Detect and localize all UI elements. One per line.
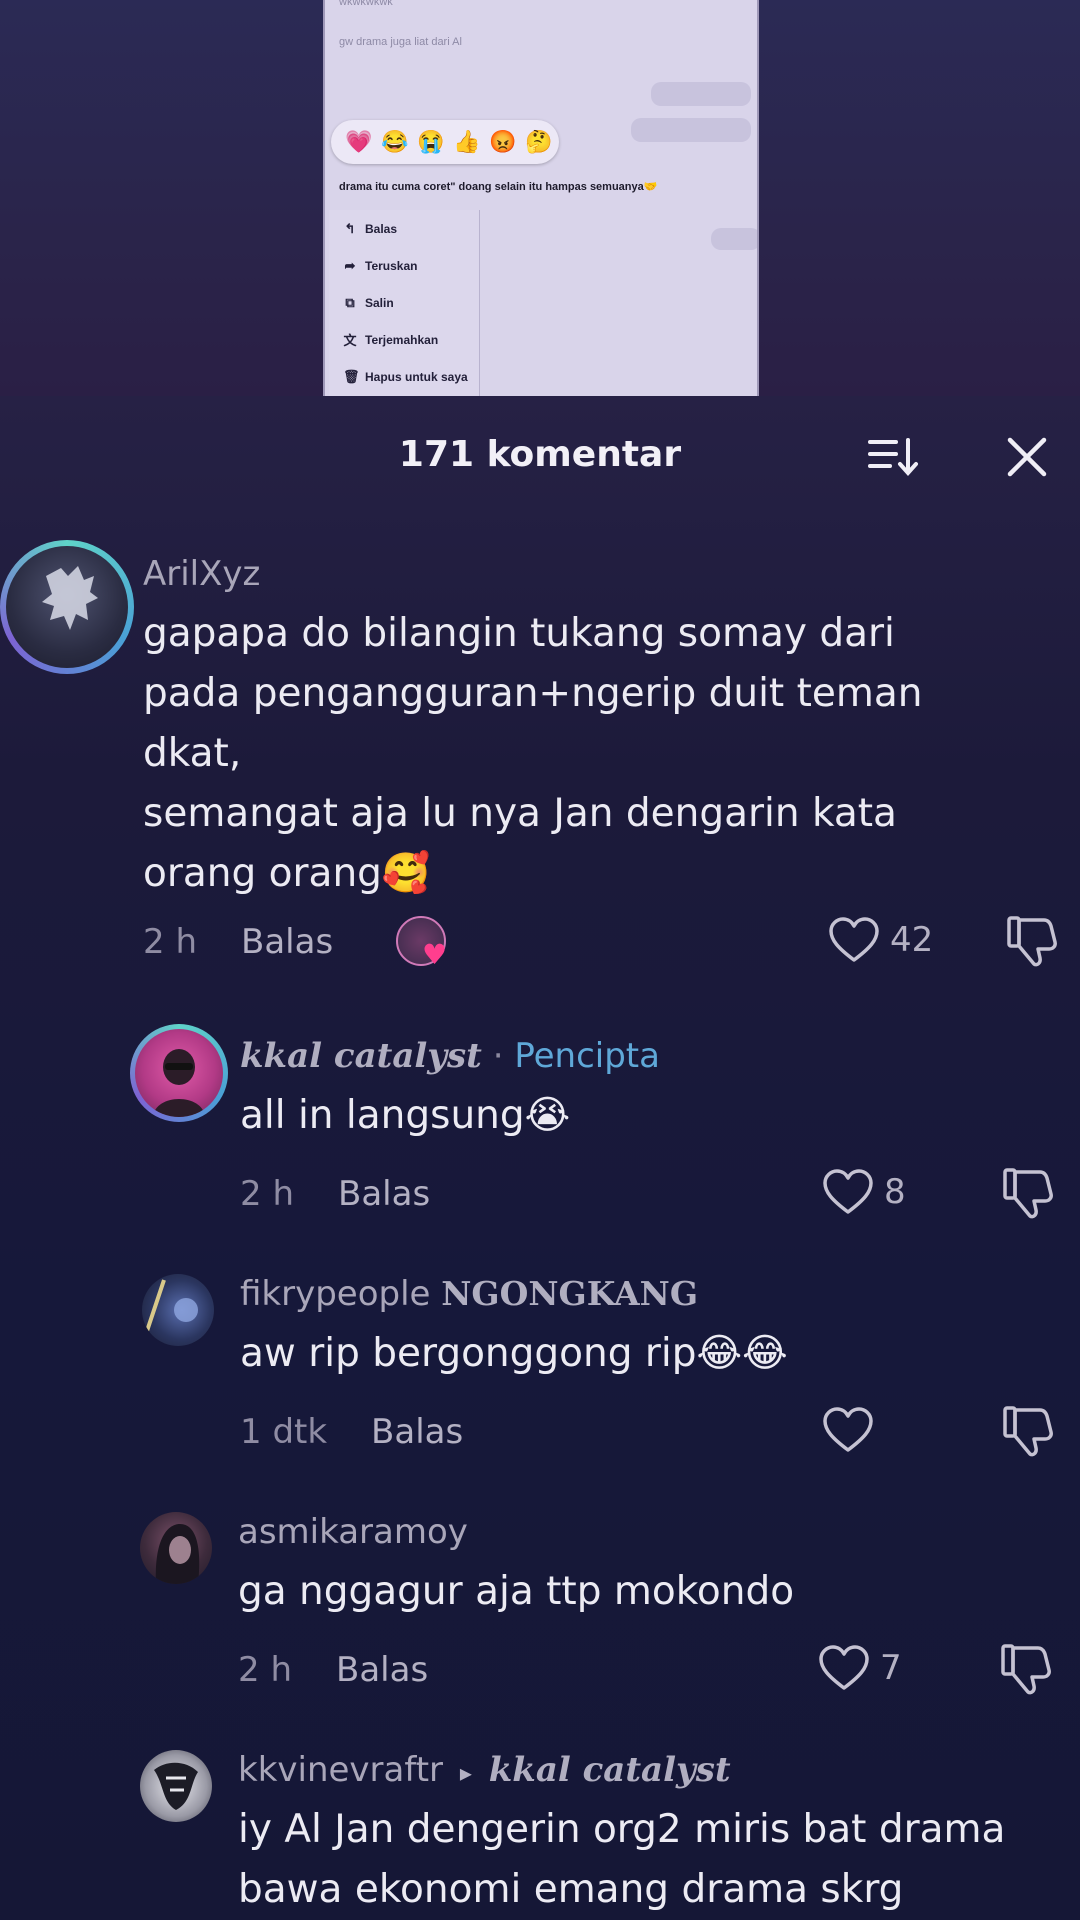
like-button[interactable]: 8 (822, 1168, 906, 1216)
close-icon (1007, 437, 1047, 477)
comment-username[interactable]: ArilXyz (143, 554, 260, 594)
reply-button[interactable]: Balas (338, 1174, 430, 1214)
sort-icon (868, 438, 918, 477)
reaction-thumbs: 👍 (453, 129, 481, 154)
menu-item-delete: 🗑 Hapus untuk saya (343, 368, 468, 384)
context-menu: ↰ Balas ➦ Teruskan ⧉ Salin 文 Terjemahkan 🗑 Ha… (329, 210, 480, 396)
avatar[interactable] (140, 1512, 212, 1584)
like-button[interactable]: 42 (828, 916, 933, 964)
comment-time: 2 h (240, 1174, 294, 1214)
like-button[interactable]: 7 (818, 1644, 902, 1692)
creator-liked-badge: ♥ (396, 916, 450, 971)
comment-time: 2 h (143, 922, 197, 962)
comment-username-line: kkal catalyst · Pencipta (240, 1036, 660, 1076)
reply-button[interactable]: Balas (371, 1412, 463, 1452)
comment-item: kkvinevraftr ▸ kkal catalyst iy Al Jan d… (0, 1750, 1080, 1920)
translate-icon: 文 (343, 333, 357, 348)
avatar[interactable] (140, 1750, 212, 1822)
comment-meta: 2 h Balas (143, 922, 333, 962)
comment-username-line: kkvinevraftr ▸ kkal catalyst (238, 1750, 731, 1790)
comment-time: 2 h (238, 1650, 292, 1690)
user-badge: NGONGKANG (441, 1274, 698, 1313)
faint-line: gw drama juga liat dari Al (339, 36, 462, 48)
sort-button[interactable] (866, 432, 922, 482)
like-count: 42 (890, 920, 934, 960)
comment-username[interactable]: asmikaramoy (238, 1512, 468, 1552)
dislike-button[interactable] (1002, 1166, 1056, 1224)
avatar[interactable] (142, 1274, 214, 1346)
comment-text: gapapa do bilangin tukang somay dari pad… (143, 611, 923, 896)
comment-username[interactable]: fikrypeople (240, 1274, 430, 1314)
creator-label: Pencipta (514, 1036, 660, 1076)
reaction-laugh: 😂 (381, 129, 409, 154)
reaction-cry: 😭 (417, 129, 445, 154)
dislike-button[interactable] (1000, 1642, 1054, 1700)
comment-meta: 2 h Balas (240, 1174, 430, 1214)
comment-text: aw rip bergonggong rip😂😂 (240, 1331, 788, 1376)
menu-item-copy: ⧉ Salin (329, 284, 479, 321)
comment-time: 1 dtk (240, 1412, 328, 1452)
heart-icon (823, 1169, 873, 1214)
video-preview[interactable]: wkwkwkwk gw drama juga liat dari Al 💗 😂 … (0, 0, 1080, 396)
comment-item: kkal catalyst · Pencipta all in langsung… (0, 1024, 1080, 1224)
dislike-icon (1001, 1644, 1051, 1695)
forward-icon: ➦ (344, 257, 356, 273)
reply-to-username[interactable]: kkal catalyst (489, 1750, 731, 1790)
copy-icon: ⧉ (345, 294, 355, 310)
menu-item-reply: ↰ Balas (344, 220, 398, 236)
video-screenshot: wkwkwkwk gw drama juga liat dari Al 💗 😂 … (323, 0, 759, 396)
menu-item-translate: 文 Terjemahkan (329, 321, 479, 358)
heart-icon: ♥ (422, 938, 448, 971)
comment-meta: 1 dtk Balas (240, 1412, 463, 1452)
reply-arrow-icon: ▸ (459, 1759, 472, 1787)
comment-meta: 2 h Balas (238, 1650, 428, 1690)
faint-line: wkwkwkwk (339, 0, 393, 8)
comment-text: all in langsung😭 (240, 1093, 571, 1138)
panel-header: 171 komentar (0, 396, 1080, 514)
reply-icon: ↰ (344, 220, 356, 236)
chat-bubble (711, 228, 757, 250)
trash-icon: 🗑 (343, 368, 360, 384)
dislike-button[interactable] (1002, 1404, 1056, 1462)
chat-bubble (651, 82, 751, 106)
dislike-icon (1007, 916, 1057, 967)
dislike-icon (1003, 1406, 1053, 1457)
avatar[interactable] (135, 1029, 223, 1117)
dislike-icon (1003, 1168, 1053, 1219)
menu-item-forward: ➦ Teruskan (344, 257, 418, 273)
comment-item: asmikaramoy ga nggagur aja ttp mokondo 2… (0, 1512, 1080, 1712)
reaction-heart: 💗 (345, 129, 373, 154)
close-button[interactable] (1002, 432, 1052, 482)
avatar[interactable] (6, 546, 128, 668)
comment-item: fikrypeople NGONGKANG aw rip bergonggong… (0, 1274, 1080, 1474)
reaction-bar: 💗 😂 😭 👍 😡 🤔 (331, 120, 559, 164)
comment-item: ArilXyz gapapa do bilangin tukang somay … (0, 540, 1080, 980)
comment-text: ga nggagur aja ttp mokondo (238, 1569, 795, 1614)
like-button[interactable] (822, 1406, 884, 1454)
like-count: 7 (880, 1648, 902, 1688)
chat-bubble (631, 118, 751, 142)
comment-text: iy Al Jan dengerin org2 miris bat drama … (238, 1807, 1006, 1912)
reaction-think: 🤔 (525, 129, 553, 154)
screenshot-message: drama itu cuma coret" doang selain itu h… (339, 181, 658, 193)
comment-username-line: fikrypeople NGONGKANG (240, 1274, 698, 1314)
heart-icon (823, 1407, 873, 1452)
heart-icon (819, 1645, 869, 1690)
reaction-angry: 😡 (489, 129, 517, 154)
heart-icon (829, 917, 879, 962)
reply-button[interactable]: Balas (241, 922, 333, 962)
comments-panel: 171 komentar ArilXyz gapapa do bilangin … (0, 396, 1080, 1920)
comment-username[interactable]: kkal catalyst (240, 1036, 482, 1076)
like-count: 8 (884, 1172, 906, 1212)
comment-username[interactable]: kkvinevraftr (238, 1750, 443, 1790)
dislike-button[interactable] (1006, 914, 1060, 972)
reply-button[interactable]: Balas (336, 1650, 428, 1690)
